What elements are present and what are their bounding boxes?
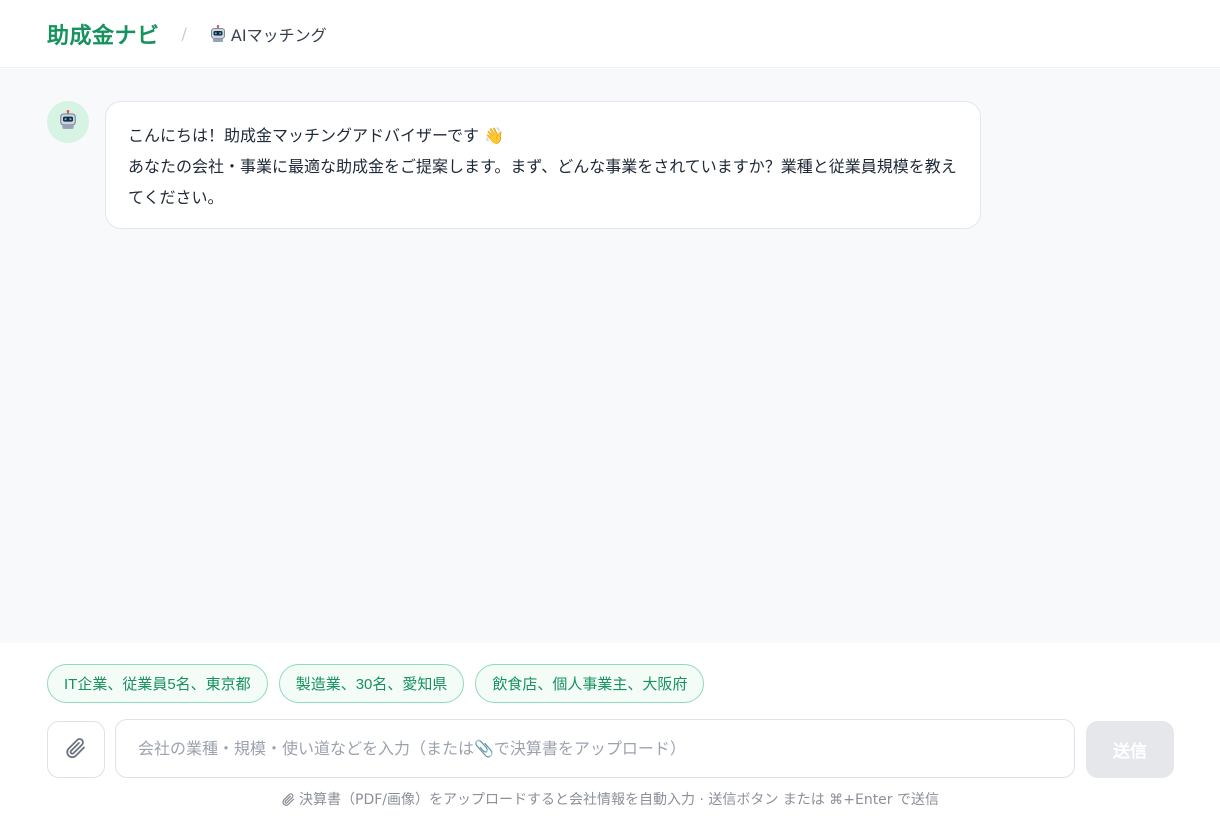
app-header: 助成金ナビ / AIマッチング: [0, 0, 1220, 68]
suggestion-chip[interactable]: 製造業、30名、愛知県: [278, 664, 465, 703]
suggestion-chips: IT企業、従業員5名、東京都 製造業、30名、愛知県 飲食店、個人事業主、大阪府: [47, 664, 705, 703]
message-input[interactable]: [115, 719, 1075, 778]
message-line: あなたの会社・事業に最適な助成金をご提案します。まず、どんな事業をされていますか…: [128, 157, 957, 207]
paperclip-icon: [281, 792, 296, 807]
assistant-avatar: [47, 101, 89, 143]
suggestion-chip[interactable]: IT企業、従業員5名、東京都: [47, 664, 268, 703]
robot-icon: [58, 110, 78, 134]
assistant-message: こんにちは！助成金マッチングアドバイザーです 👋 あなたの会社・事業に最適な助成…: [47, 101, 981, 229]
send-button[interactable]: 送信: [1086, 721, 1174, 778]
breadcrumb-current[interactable]: AIマッチング: [231, 22, 327, 46]
breadcrumb: AIマッチング: [209, 22, 327, 46]
brand-logo[interactable]: 助成金ナビ: [47, 18, 160, 50]
message-bubble: こんにちは！助成金マッチングアドバイザーです 👋 あなたの会社・事業に最適な助成…: [105, 101, 981, 229]
composer-panel: IT企業、従業員5名、東京都 製造業、30名、愛知県 飲食店、個人事業主、大阪府…: [0, 643, 1220, 827]
hint-text: 決算書（PDF/画像）をアップロードすると会社情報を自動入力 · 送信ボタン ま…: [299, 792, 939, 808]
chat-area[interactable]: こんにちは！助成金マッチングアドバイザーです 👋 あなたの会社・事業に最適な助成…: [0, 69, 1220, 643]
message-line: こんにちは！助成金マッチングアドバイザーです 👋: [128, 126, 505, 145]
paperclip-icon: [64, 736, 88, 763]
attach-file-button[interactable]: [47, 721, 105, 778]
composer-hint: 決算書（PDF/画像）をアップロードすると会社情報を自動入力 · 送信ボタン ま…: [0, 789, 1220, 809]
suggestion-chip[interactable]: 飲食店、個人事業主、大阪府: [475, 664, 705, 703]
robot-icon: [209, 24, 227, 43]
breadcrumb-separator: /: [181, 24, 187, 43]
